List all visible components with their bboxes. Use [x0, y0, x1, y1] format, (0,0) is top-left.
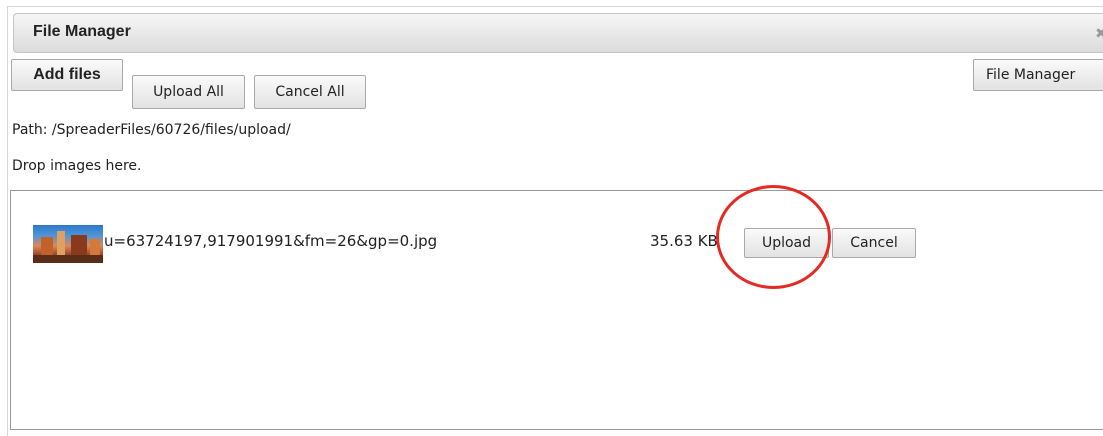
image-thumbnail: [33, 225, 103, 263]
file-size: 35.63 KB: [650, 232, 718, 250]
upload-path: Path: /SpreaderFiles/60726/files/upload/: [12, 122, 291, 138]
cancel-button[interactable]: Cancel: [832, 228, 916, 258]
drop-zone[interactable]: [10, 190, 1103, 430]
cancel-all-button[interactable]: Cancel All: [254, 75, 366, 109]
upload-all-button[interactable]: Upload All: [132, 75, 245, 109]
file-name: u=63724197,917901991&fm=26&gp=0.jpg: [104, 232, 438, 250]
file-manager-button[interactable]: File Manager: [973, 59, 1103, 91]
upload-button[interactable]: Upload: [744, 228, 829, 258]
close-icon[interactable]: ✖: [1091, 24, 1103, 44]
dialog-titlebar[interactable]: File Manager ✖: [13, 13, 1103, 53]
dialog-title: File Manager: [33, 23, 131, 40]
drop-hint: Drop images here.: [12, 158, 142, 174]
add-files-button[interactable]: Add files: [11, 59, 123, 91]
